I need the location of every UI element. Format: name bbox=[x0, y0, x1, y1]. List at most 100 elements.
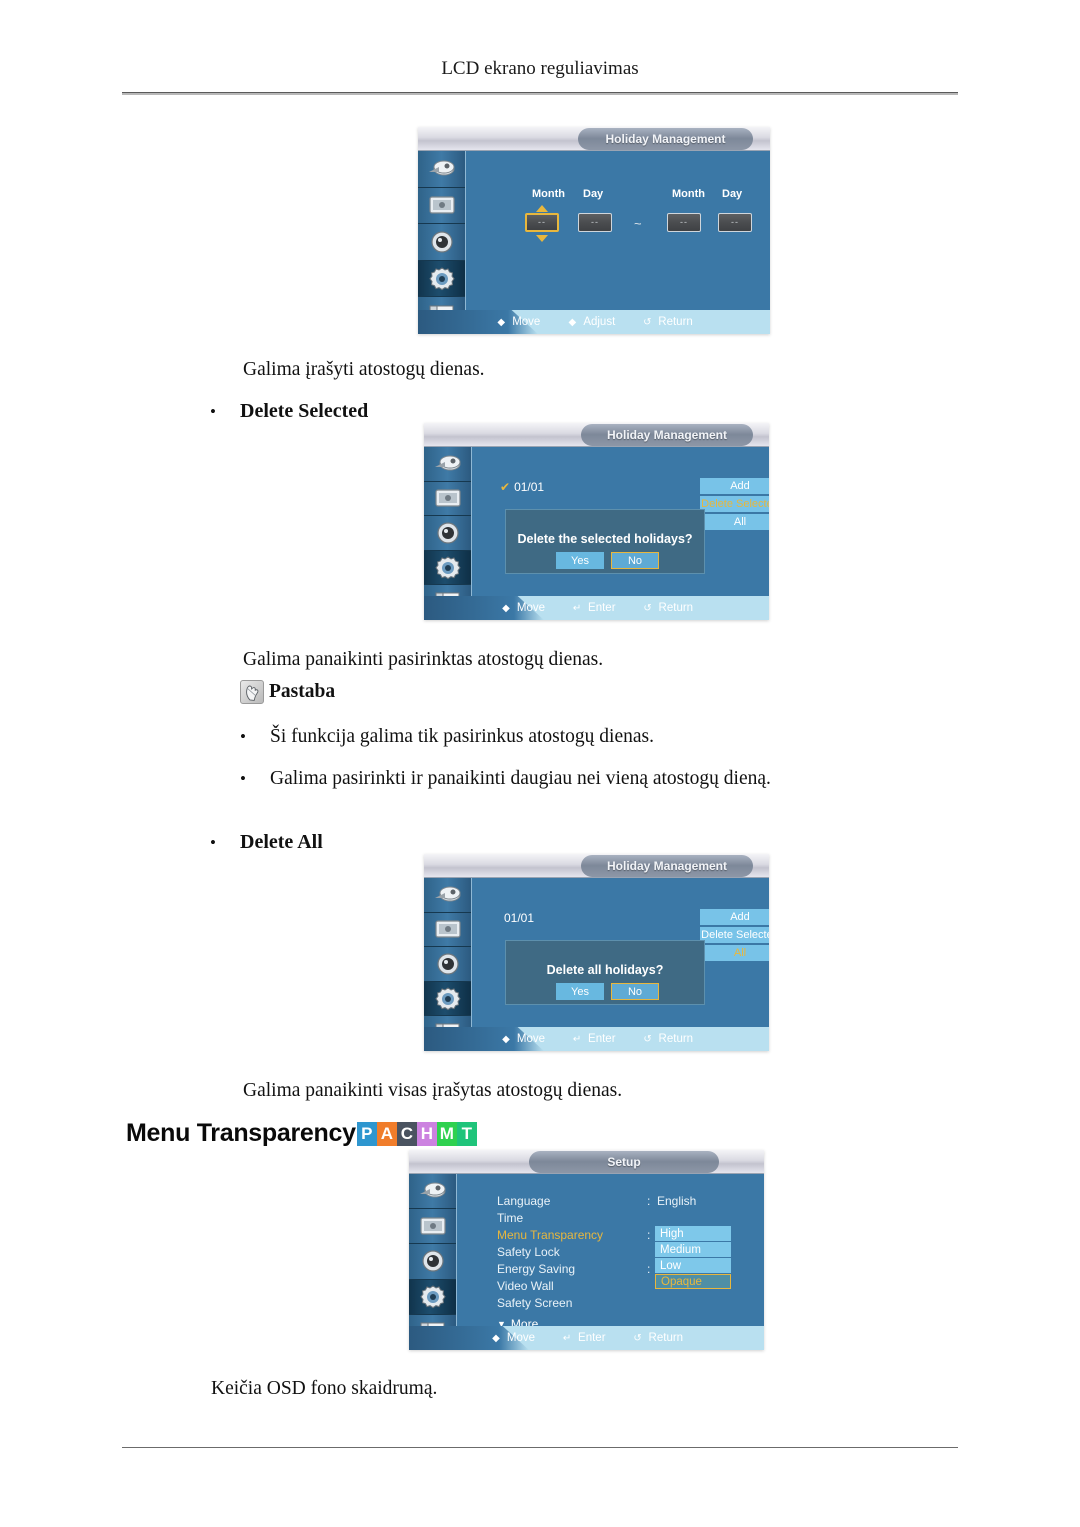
enter-icon: ↵ bbox=[572, 1033, 582, 1045]
dropdown-option-medium[interactable]: Medium bbox=[655, 1242, 731, 1257]
dropdown-option-opaque-label: Opaque bbox=[661, 1275, 702, 1288]
setup-row-energy-saving[interactable]: Energy Saving bbox=[497, 1262, 575, 1276]
sound-speaker-icon bbox=[421, 1250, 444, 1273]
setup-row-video-wall[interactable]: Video Wall bbox=[497, 1279, 554, 1293]
sidebar-item-setup[interactable] bbox=[424, 550, 471, 586]
picture-icon bbox=[434, 489, 461, 507]
osd-bottom-hints: ◆ Move ↵ Enter ↺ Return bbox=[424, 1027, 769, 1051]
bullet-delete-all: • Delete All bbox=[210, 831, 323, 854]
osd-content: Language : English Time Menu Transparenc… bbox=[457, 1174, 764, 1331]
sidebar-item-input-source[interactable] bbox=[418, 151, 465, 188]
bullet-delete-selected: • Delete Selected bbox=[210, 400, 368, 423]
confirm-yes-button[interactable]: Yes bbox=[556, 552, 604, 569]
dropdown-option-opaque[interactable]: Opaque bbox=[655, 1274, 731, 1289]
return-icon: ↺ bbox=[643, 602, 652, 614]
dropdown-option-low-label: Low bbox=[660, 1259, 682, 1272]
hint-return-label: Return bbox=[658, 1033, 694, 1045]
sound-speaker-icon bbox=[436, 953, 459, 975]
delete-all-button-label: All bbox=[733, 947, 747, 959]
delete-selected-button[interactable]: Delete Selected bbox=[700, 496, 769, 512]
sidebar-item-input-source[interactable] bbox=[424, 447, 471, 482]
delete-all-button[interactable]: All bbox=[700, 945, 769, 961]
badge-a: A bbox=[376, 1121, 397, 1146]
setup-colon-language: : bbox=[647, 1194, 651, 1208]
setup-row-language[interactable]: Language bbox=[497, 1194, 550, 1208]
delete-all-button[interactable]: All bbox=[700, 514, 769, 530]
picture-icon bbox=[434, 920, 461, 938]
sidebar-item-picture[interactable] bbox=[424, 913, 471, 948]
bullet-delete-all-label: Delete All bbox=[240, 831, 323, 853]
return-icon: ↺ bbox=[643, 1033, 652, 1045]
hint-enter: ↵ Enter bbox=[571, 1033, 616, 1045]
setup-gear-icon bbox=[434, 555, 461, 579]
add-button-label: Add bbox=[730, 911, 750, 923]
month1-value: -- bbox=[538, 217, 546, 227]
osd-content: ✔ 01/01 Add Delete Selected All Delete t… bbox=[472, 447, 769, 598]
hint-enter-label: Enter bbox=[578, 1332, 606, 1344]
month1-field[interactable]: -- bbox=[525, 213, 559, 232]
sidebar-item-setup[interactable] bbox=[418, 260, 465, 298]
document-page: LCD ekrano reguliavimas Holiday Manageme… bbox=[0, 0, 1080, 1527]
add-button[interactable]: Add bbox=[700, 478, 769, 494]
osd-delete-selected-dialog: Holiday Management ✔ 01/01 Add Delete Se… bbox=[424, 423, 769, 620]
header-rule bbox=[122, 92, 958, 95]
osd-sidebar bbox=[424, 878, 472, 1051]
sidebar-item-picture[interactable] bbox=[418, 188, 465, 225]
sidebar-item-picture[interactable] bbox=[409, 1209, 456, 1245]
setup-row-menu-transparency-label: Menu Transparency bbox=[497, 1228, 604, 1242]
sidebar-item-picture[interactable] bbox=[424, 482, 471, 517]
delete-selected-button[interactable]: Delete Selected bbox=[700, 927, 769, 943]
setup-row-safety-screen[interactable]: Safety Screen bbox=[497, 1296, 572, 1310]
section-heading-menu-transparency: Menu Transparency P A C H M T bbox=[126, 1119, 477, 1148]
model-badges: P A C H M T bbox=[356, 1121, 477, 1146]
holiday-checkmark-icon: ✔ bbox=[500, 480, 511, 494]
hint-move: ◆ Move bbox=[495, 316, 540, 328]
day1-field[interactable]: -- bbox=[578, 213, 612, 232]
hint-enter: ↵ Enter bbox=[561, 1332, 606, 1344]
return-icon: ↺ bbox=[643, 316, 652, 328]
enter-icon: ↵ bbox=[562, 1332, 572, 1344]
sidebar-item-setup[interactable] bbox=[424, 981, 471, 1017]
sidebar-item-input-source[interactable] bbox=[424, 878, 471, 913]
day2-label: Day bbox=[722, 188, 743, 200]
month2-label: Month bbox=[672, 188, 705, 200]
dropdown-option-low[interactable]: Low bbox=[655, 1258, 731, 1273]
hint-enter: ↵ Enter bbox=[571, 602, 616, 614]
osd-content: 01/01 Add Delete Selected All Delete all… bbox=[472, 878, 769, 1029]
page-header: LCD ekrano reguliavimas bbox=[441, 58, 639, 79]
confirm-dialog-message: Delete the selected holidays? bbox=[517, 532, 693, 546]
month1-increase-caret[interactable] bbox=[536, 205, 548, 212]
sidebar-item-input-source[interactable] bbox=[409, 1174, 456, 1210]
confirm-yes-label: Yes bbox=[571, 554, 589, 567]
holiday-list-item[interactable]: 01/01 bbox=[500, 911, 534, 925]
setup-gear-icon bbox=[428, 266, 455, 290]
add-button[interactable]: Add bbox=[700, 909, 769, 925]
osd-title: Holiday Management bbox=[581, 424, 753, 446]
hint-return-label: Return bbox=[658, 316, 693, 328]
note-bullet-1-label: Ši funkcija galima tik pasirinkus atosto… bbox=[270, 726, 654, 747]
move-icon: ◆ bbox=[492, 1332, 500, 1344]
setup-value-language: English bbox=[657, 1194, 697, 1208]
input-source-icon bbox=[434, 886, 460, 902]
month1-decrease-caret[interactable] bbox=[536, 235, 548, 242]
bullet-glyph: • bbox=[240, 727, 246, 746]
sidebar-item-sound[interactable] bbox=[418, 224, 465, 261]
confirm-no-button[interactable]: No bbox=[611, 983, 659, 1000]
confirm-yes-button[interactable]: Yes bbox=[556, 983, 604, 1000]
sidebar-item-sound[interactable] bbox=[424, 947, 471, 982]
sidebar-item-setup[interactable] bbox=[409, 1279, 456, 1315]
setup-row-time[interactable]: Time bbox=[497, 1211, 523, 1225]
confirm-no-button[interactable]: No bbox=[611, 552, 659, 569]
setup-row-menu-transparency[interactable]: Menu Transparency bbox=[497, 1228, 603, 1242]
hint-adjust-label: Adjust bbox=[583, 316, 616, 328]
month2-field[interactable]: -- bbox=[667, 213, 701, 232]
note-hand-icon bbox=[240, 680, 264, 704]
dropdown-option-high[interactable]: High bbox=[655, 1226, 731, 1241]
sidebar-item-sound[interactable] bbox=[424, 516, 471, 551]
setup-row-safety-lock[interactable]: Safety Lock bbox=[497, 1245, 560, 1259]
bullet-glyph: • bbox=[210, 402, 216, 421]
day2-field[interactable]: -- bbox=[718, 213, 752, 232]
sidebar-item-sound[interactable] bbox=[409, 1244, 456, 1280]
holiday-list-item[interactable]: ✔ 01/01 bbox=[500, 480, 544, 494]
osd-delete-all-dialog: Holiday Management 01/01 Add Delete Sele… bbox=[424, 854, 769, 1051]
